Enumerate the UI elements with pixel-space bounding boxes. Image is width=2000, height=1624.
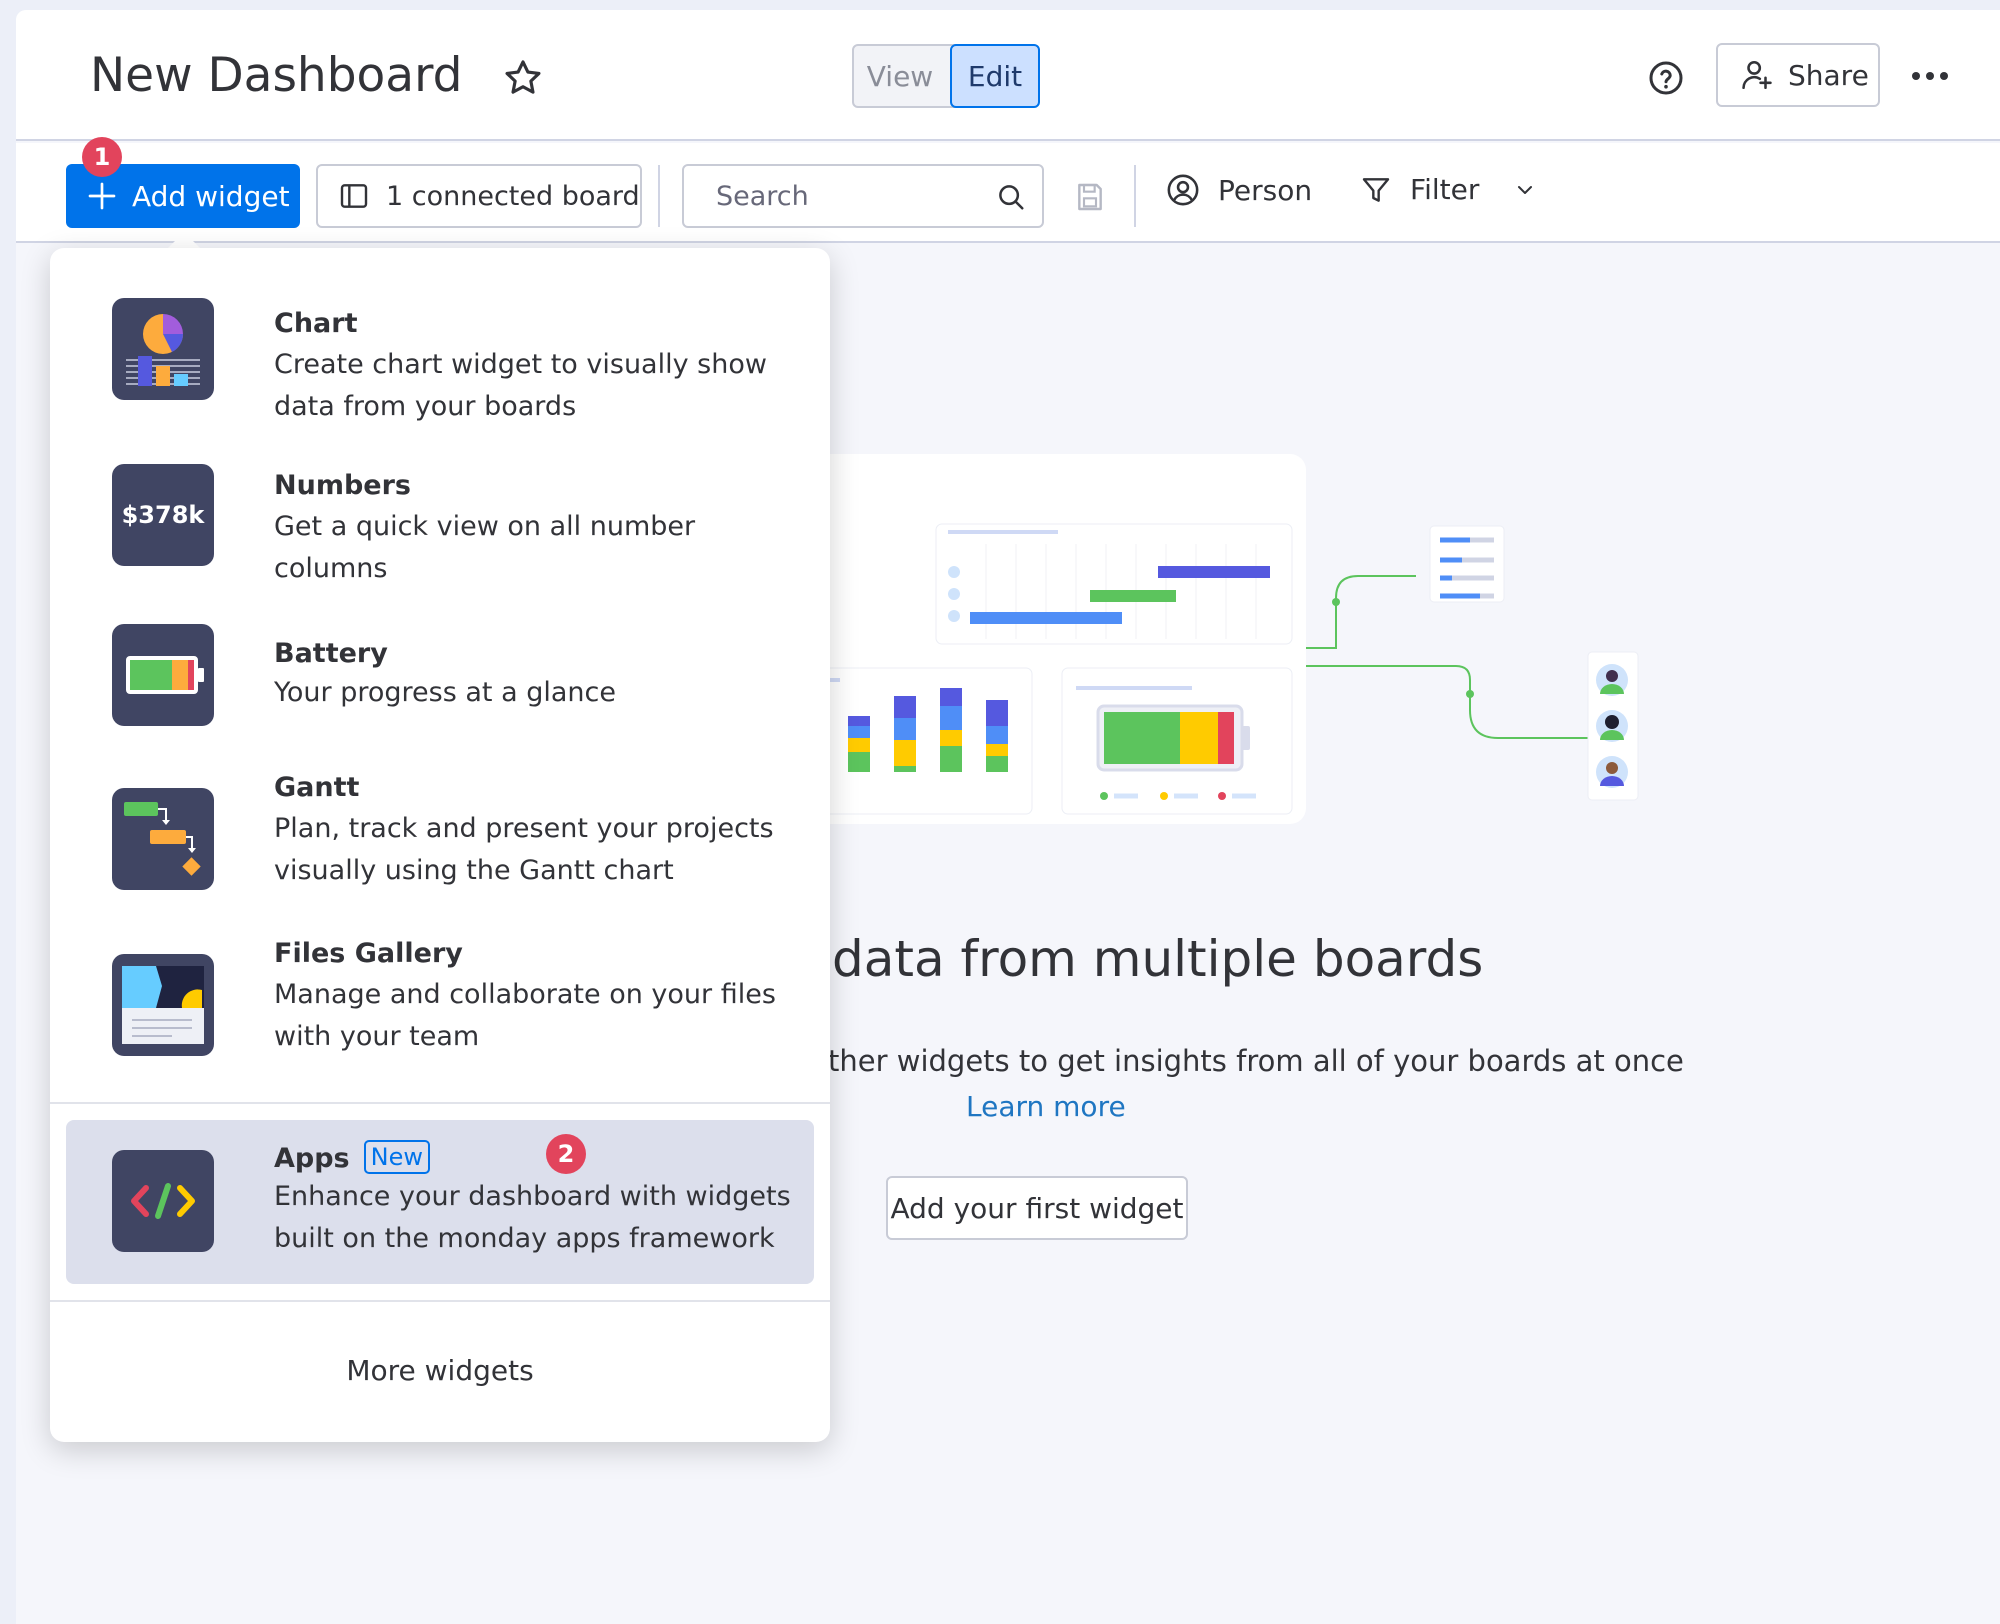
widget-item-name: Numbers xyxy=(274,470,411,501)
connected-board-label: 1 connected board xyxy=(386,180,640,212)
more-widgets-button[interactable]: More widgets xyxy=(50,1354,830,1387)
add-widget-menu: Chart Create chart widget to visually sh… xyxy=(50,248,830,1442)
widget-item-apps[interactable]: Apps New Enhance your dashboard with widg… xyxy=(66,1120,814,1284)
dashboard-illustration: rd xyxy=(786,454,1639,824)
filter-label: Filter xyxy=(1410,173,1480,206)
apps-name: Apps xyxy=(274,1143,350,1174)
filter-button[interactable]: Filter xyxy=(1360,173,1537,206)
menu-divider xyxy=(50,1300,830,1302)
person-icon xyxy=(1167,174,1199,206)
more-options-icon[interactable] xyxy=(1910,70,1950,82)
widget-item-description: Get a quick view on all number columns xyxy=(274,511,696,584)
view-button[interactable]: View xyxy=(854,60,946,93)
chevron-down-icon[interactable] xyxy=(1513,178,1537,202)
add-first-widget-button[interactable]: Add your first widget xyxy=(886,1176,1188,1240)
search-placeholder: Search xyxy=(716,180,809,212)
step-badge-2: 2 xyxy=(546,1134,586,1174)
widget-item-name: Chart xyxy=(274,308,358,339)
save-icon[interactable] xyxy=(1074,181,1106,213)
share-label: Share xyxy=(1788,58,1869,92)
person-filter-button[interactable]: Person xyxy=(1166,173,1312,207)
widget-item-name: Files Gallery xyxy=(274,938,463,969)
widget-item-name: Gantt xyxy=(274,772,360,803)
widget-item-description: Enhance your dashboard with widgets buil… xyxy=(274,1181,791,1254)
connected-board-button[interactable]: 1 connected board xyxy=(316,164,642,228)
step-badge-1: 1 xyxy=(82,137,122,177)
chart-widget-icon xyxy=(112,298,214,400)
app-window: New Dashboard View Edit Share Add widget… xyxy=(16,10,2000,1624)
search-input[interactable]: Search xyxy=(682,164,1044,228)
share-button[interactable]: Share xyxy=(1716,43,1880,107)
empty-state-subtitle: ther widgets to get insights from all of… xyxy=(828,1044,1684,1078)
numbers-icon-text: $378k xyxy=(121,501,205,529)
files-gallery-widget-icon xyxy=(112,954,214,1056)
widget-item-description: Plan, track and present your projects vi… xyxy=(274,813,774,886)
plus-icon xyxy=(88,182,116,210)
add-person-icon xyxy=(1742,60,1772,90)
toolbar-divider xyxy=(658,165,660,227)
battery-widget-icon xyxy=(112,624,214,726)
help-icon[interactable] xyxy=(1648,60,1684,96)
view-edit-toggle: View Edit xyxy=(852,44,1040,108)
empty-state-title: data from multiple boards xyxy=(832,930,1484,988)
dashboard-toolbar: Add widget 1 1 connected board Search Pe… xyxy=(16,137,2000,243)
widget-item-battery[interactable]: Battery Your progress at a glance xyxy=(66,610,814,746)
widget-item-numbers[interactable]: $378k Numbers Get a quick view on all nu… xyxy=(66,444,814,586)
widget-item-name: Apps New xyxy=(274,1140,430,1174)
widget-item-files-gallery[interactable]: Files Gallery Manage and collaborate on … xyxy=(66,924,814,1074)
dashboard-header: New Dashboard View Edit Share xyxy=(16,10,2000,141)
new-badge: New xyxy=(363,1140,430,1174)
menu-divider xyxy=(50,1102,830,1104)
gantt-widget-icon xyxy=(112,788,214,890)
widget-item-gantt[interactable]: Gantt Plan, track and present your proje… xyxy=(66,758,814,908)
numbers-widget-icon: $378k xyxy=(112,464,214,566)
widget-item-description: Your progress at a glance xyxy=(274,677,616,708)
widget-item-description: Manage and collaborate on your files wit… xyxy=(274,979,776,1052)
widget-item-description: Create chart widget to visually show dat… xyxy=(274,349,767,422)
star-icon[interactable] xyxy=(502,57,544,99)
widget-item-chart[interactable]: Chart Create chart widget to visually sh… xyxy=(66,272,814,432)
toolbar-divider xyxy=(1134,165,1136,227)
person-label: Person xyxy=(1218,173,1313,207)
learn-more-link[interactable]: Learn more xyxy=(966,1090,1126,1123)
filter-icon xyxy=(1362,177,1390,202)
apps-widget-icon xyxy=(112,1150,214,1252)
search-icon xyxy=(999,185,1024,210)
add-widget-label: Add widget xyxy=(132,179,290,213)
page-title: New Dashboard xyxy=(90,48,463,103)
widget-item-name: Battery xyxy=(274,638,388,669)
edit-button[interactable]: Edit xyxy=(950,44,1040,108)
board-icon xyxy=(340,184,368,208)
